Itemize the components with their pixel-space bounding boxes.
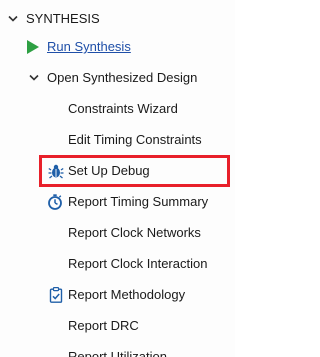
constraints-wizard-item[interactable]: Constraints Wizard	[0, 97, 235, 121]
clipboard-check-icon	[48, 287, 64, 303]
edit-timing-constraints-item[interactable]: Edit Timing Constraints	[0, 128, 235, 152]
flow-navigator-panel: SYNTHESIS Run Synthesis Open Synthesized…	[0, 0, 235, 357]
highlight-annotation-box	[39, 155, 230, 187]
constraints-wizard-label: Constraints Wizard	[68, 101, 178, 116]
report-methodology-item[interactable]: Report Methodology	[0, 283, 235, 307]
stopwatch-icon	[47, 194, 63, 210]
edit-timing-constraints-label: Edit Timing Constraints	[68, 132, 202, 147]
report-drc-item[interactable]: Report DRC	[0, 314, 235, 338]
report-drc-label: Report DRC	[68, 318, 139, 333]
run-synthesis-item[interactable]: Run Synthesis	[0, 35, 235, 59]
play-icon	[26, 40, 42, 56]
chevron-down-icon[interactable]	[7, 7, 19, 31]
report-timing-summary-label: Report Timing Summary	[68, 194, 209, 209]
open-synthesized-design-item[interactable]: Open Synthesized Design	[0, 66, 235, 90]
chevron-down-icon[interactable]	[28, 66, 40, 90]
run-synthesis-link[interactable]: Run Synthesis	[47, 35, 131, 59]
report-clock-interaction-label: Report Clock Interaction	[68, 256, 208, 271]
report-utilization-item[interactable]: Report Utilization	[0, 345, 235, 357]
synthesis-section-header[interactable]: SYNTHESIS	[0, 7, 235, 31]
synthesis-section-title: SYNTHESIS	[26, 11, 100, 26]
report-timing-summary-item[interactable]: Report Timing Summary	[0, 190, 235, 214]
report-clock-networks-item[interactable]: Report Clock Networks	[0, 221, 235, 245]
report-clock-interaction-item[interactable]: Report Clock Interaction	[0, 252, 235, 276]
report-methodology-label: Report Methodology	[68, 287, 186, 302]
report-utilization-label: Report Utilization	[68, 349, 167, 357]
open-synthesized-design-label: Open Synthesized Design	[47, 70, 198, 85]
report-clock-networks-label: Report Clock Networks	[68, 225, 201, 240]
